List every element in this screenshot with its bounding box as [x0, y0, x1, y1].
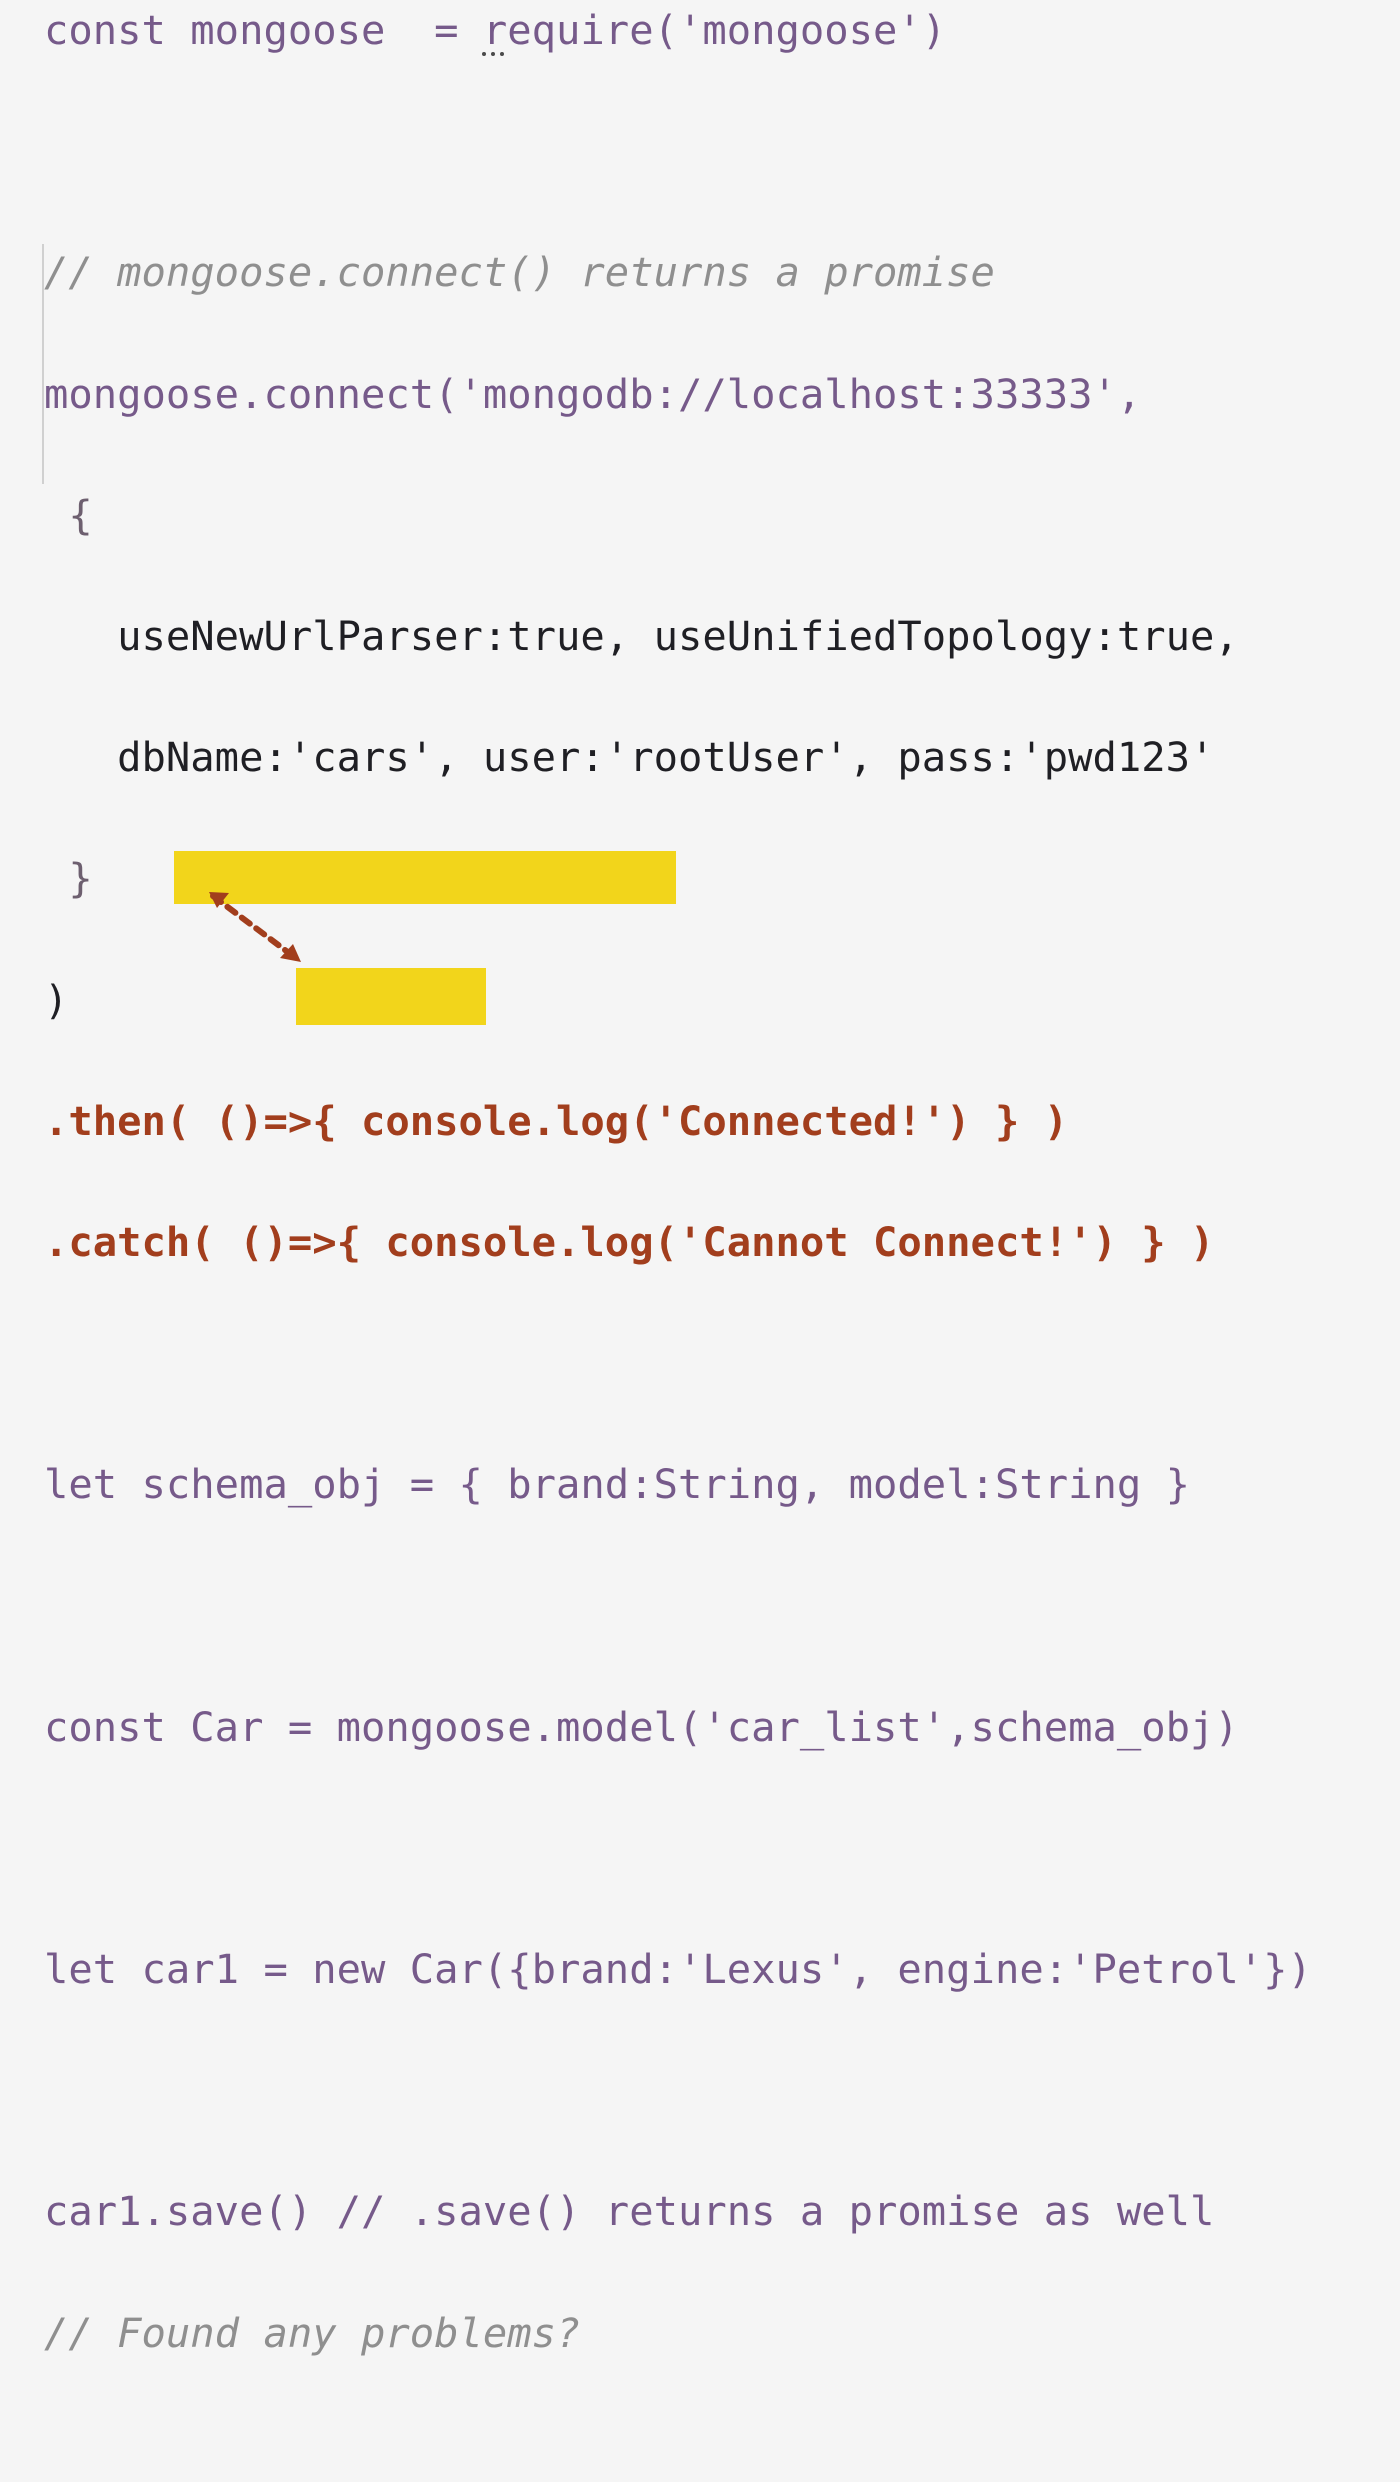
code-line-9: ): [44, 970, 1312, 1031]
code-line-17: let car1 = new Car({brand:'Lexus', engin…: [44, 1939, 1312, 2000]
dashed-arrow-icon: [209, 892, 301, 962]
code-line-1: const mongoose = require('mongoose'): [44, 0, 1312, 61]
code-token: .then( ()=>{ console.log('Connected!') }…: [44, 1096, 1069, 1145]
code-token: {: [44, 490, 93, 539]
code-line-13: let schema_obj = { brand:String, model:S…: [44, 1454, 1312, 1515]
code-token: let car1 = new Car({brand:'Lexus', engin…: [44, 1945, 1312, 1993]
code-comment: // Found any problems?: [44, 2308, 581, 2357]
ellipsis-icon: [482, 52, 504, 56]
code-token: car1.save() // .save() returns a promise…: [44, 2187, 1215, 2236]
code-token: const mongoose = require('mongoose'): [44, 6, 947, 54]
code-token: useNewUrlParser:true, useUnifiedTopology…: [44, 611, 1239, 660]
code-token: mongoose.connect('mongodb://localhost:33…: [44, 369, 1142, 418]
code-line-6: useNewUrlParser:true, useUnifiedTopology…: [44, 606, 1312, 667]
code-comment: // mongoose.connect() returns a promise: [44, 248, 995, 297]
code-line-7: dbName:'cars', user:'rootUser', pass:'pw…: [44, 727, 1312, 788]
code-line-10: .then( ()=>{ console.log('Connected!') }…: [44, 1091, 1312, 1152]
code-token: dbName:'cars', user:'rootUser', pass:'pw…: [44, 733, 1215, 782]
code-token: }: [44, 854, 93, 903]
code-line-15: const Car = mongoose.model('car_list',sc…: [44, 1697, 1312, 1758]
code-token: const Car = mongoose.model('car_list',sc…: [44, 1702, 1239, 1751]
code-line-5: {: [44, 485, 1312, 546]
code-token: .catch( ()=>{ console.log('Cannot Connec…: [44, 1217, 1215, 1266]
code-editor: const mongoose = require('mongoose') // …: [0, 0, 1400, 2357]
code-token: ): [44, 975, 69, 1024]
code-line-20: // Found any problems?: [44, 2303, 1312, 2364]
source-code: const mongoose = require('mongoose') // …: [44, 0, 1312, 2482]
code-line-19: car1.save() // .save() returns a promise…: [44, 2181, 1312, 2242]
code-line-4: mongoose.connect('mongodb://localhost:33…: [44, 364, 1312, 425]
code-line-11: .catch( ()=>{ console.log('Cannot Connec…: [44, 1212, 1312, 1273]
code-line-3: // mongoose.connect() returns a promise: [44, 242, 1312, 303]
code-token: let schema_obj = { brand:String, model:S…: [44, 1460, 1191, 1509]
